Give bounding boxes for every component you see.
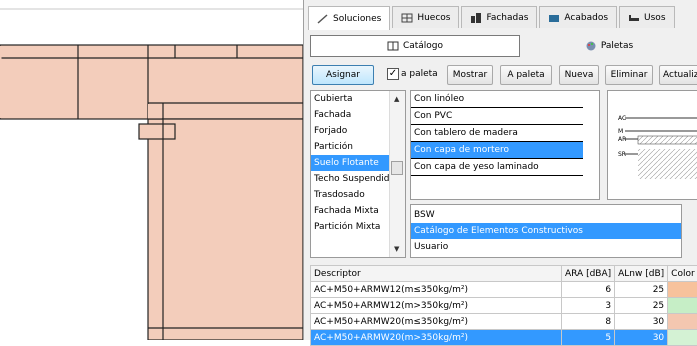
cell-alnw: 30 xyxy=(615,330,668,346)
cell-ara: 6 xyxy=(562,282,615,298)
list-item[interactable]: Con capa de mortero xyxy=(411,142,583,159)
layer-label-ar: AR xyxy=(618,136,626,143)
layer-section-drawing: AC M AR SR xyxy=(608,91,697,201)
solutions-table: Descriptor ARA [dBA] ALnw [dB] Color AC+… xyxy=(310,265,697,346)
building-icon xyxy=(470,13,482,23)
cell-ara: 3 xyxy=(562,298,615,314)
column-header-ara[interactable]: ARA [dBA] xyxy=(562,266,615,282)
table-row[interactable]: AC+M50+ARMW20(m≤350kg/m²)830 xyxy=(311,314,697,330)
category-list[interactable]: CubiertaFachadaForjadoParticiónSuelo Flo… xyxy=(310,90,406,258)
list-item[interactable]: Con linóleo xyxy=(411,91,583,108)
category-scrollbar[interactable]: ▲ ▼ xyxy=(389,91,405,257)
update-button[interactable]: Actualiz xyxy=(659,65,697,85)
catalog-subtabs: Catálogo Paletas xyxy=(308,35,697,57)
tab-label: Catálogo xyxy=(403,41,443,51)
tab-label: Usos xyxy=(644,13,665,23)
assign-button[interactable]: Asignar xyxy=(312,65,374,85)
scroll-thumb[interactable] xyxy=(391,161,403,175)
to-palette-button[interactable]: A paleta xyxy=(500,65,552,85)
scroll-up-icon[interactable]: ▲ xyxy=(394,95,399,103)
layer-label-sr: SR xyxy=(618,151,626,158)
cell-descriptor: AC+M50+ARMW12(m>350kg/m²) xyxy=(311,298,562,314)
section-preview: AC M AR SR xyxy=(607,90,697,200)
tab-label: Soluciones xyxy=(333,14,381,24)
floor-plan-canvas[interactable] xyxy=(0,0,303,340)
table-row[interactable]: AC+M50+ARMW12(m>350kg/m²)325 xyxy=(311,298,697,314)
table-row[interactable]: AC+M50+ARMW12(m≤350kg/m²)625 xyxy=(311,282,697,298)
layer-label-m: M xyxy=(618,128,623,135)
solutions-panel: Soluciones Huecos Fachadas Acabados Usos… xyxy=(303,0,697,340)
floor-plan-drawing xyxy=(0,0,303,340)
column-header-alnw[interactable]: ALnw [dB] xyxy=(615,266,668,282)
cell-ara: 5 xyxy=(562,330,615,346)
cell-alnw: 30 xyxy=(615,314,668,330)
column-header-color[interactable]: Color xyxy=(668,266,697,282)
list-item[interactable]: Usuario xyxy=(411,239,681,255)
list-item[interactable]: Catálogo de Elementos Constructivos xyxy=(411,223,681,239)
catalog-toolbar: Asignar ✓ a paleta Mostrar A paleta Nuev… xyxy=(310,65,697,85)
to-palette-checkbox-label: a paleta xyxy=(401,69,438,79)
table-row[interactable]: AC+M50+ARMW20(m>350kg/m²)530 xyxy=(311,330,697,346)
show-button[interactable]: Mostrar xyxy=(447,65,493,85)
main-tabs: Soluciones Huecos Fachadas Acabados Usos xyxy=(308,6,677,30)
source-list[interactable]: BSWCatálogo de Elementos ConstructivosUs… xyxy=(410,204,682,258)
tab-label: Acabados xyxy=(564,13,608,23)
source-items: BSWCatálogo de Elementos ConstructivosUs… xyxy=(411,207,681,255)
tab-label: Paletas xyxy=(601,41,633,51)
cell-descriptor: AC+M50+ARMW20(m>350kg/m²) xyxy=(311,330,562,346)
tab-fachadas[interactable]: Fachadas xyxy=(461,6,537,28)
tab-label: Fachadas xyxy=(486,13,528,23)
cell-color xyxy=(668,330,697,346)
list-item[interactable]: Con tablero de madera xyxy=(411,125,583,142)
cell-color xyxy=(668,298,697,314)
cell-alnw: 25 xyxy=(615,282,668,298)
cell-descriptor: AC+M50+ARMW20(m≤350kg/m²) xyxy=(311,314,562,330)
book-icon xyxy=(387,41,399,51)
window-icon xyxy=(401,13,413,23)
finish-icon xyxy=(548,13,560,23)
list-item[interactable]: Con capa de yeso laminado xyxy=(411,159,583,176)
delete-button[interactable]: Eliminar xyxy=(605,65,653,85)
new-button[interactable]: Nueva xyxy=(559,65,599,85)
tab-catalogo[interactable]: Catálogo xyxy=(310,35,520,57)
tab-usos[interactable]: Usos xyxy=(619,6,674,28)
cell-ara: 8 xyxy=(562,314,615,330)
to-palette-checkbox[interactable]: ✓ xyxy=(387,68,399,80)
tab-label: Huecos xyxy=(417,13,450,23)
bed-icon xyxy=(628,13,640,23)
cell-color xyxy=(668,282,697,298)
cell-color xyxy=(668,314,697,330)
cell-alnw: 25 xyxy=(615,298,668,314)
scroll-down-icon[interactable]: ▼ xyxy=(394,245,399,253)
tab-paletas[interactable]: Paletas xyxy=(534,35,684,57)
cell-descriptor: AC+M50+ARMW12(m≤350kg/m²) xyxy=(311,282,562,298)
tab-soluciones[interactable]: Soluciones xyxy=(308,6,390,30)
subcategory-items: Con linóleoCon PVCCon tablero de maderaC… xyxy=(411,91,599,176)
list-item[interactable]: Con PVC xyxy=(411,108,583,125)
tab-acabados[interactable]: Acabados xyxy=(539,6,617,28)
palette-icon xyxy=(585,41,597,51)
layer-label-ac: AC xyxy=(618,115,626,122)
pencil-icon xyxy=(317,14,329,24)
column-header-descriptor[interactable]: Descriptor xyxy=(311,266,562,282)
tab-huecos[interactable]: Huecos xyxy=(392,6,459,28)
table-body: AC+M50+ARMW12(m≤350kg/m²)625AC+M50+ARMW1… xyxy=(311,282,697,346)
list-item[interactable]: BSW xyxy=(411,207,681,223)
subcategory-list[interactable]: Con linóleoCon PVCCon tablero de maderaC… xyxy=(410,90,600,200)
